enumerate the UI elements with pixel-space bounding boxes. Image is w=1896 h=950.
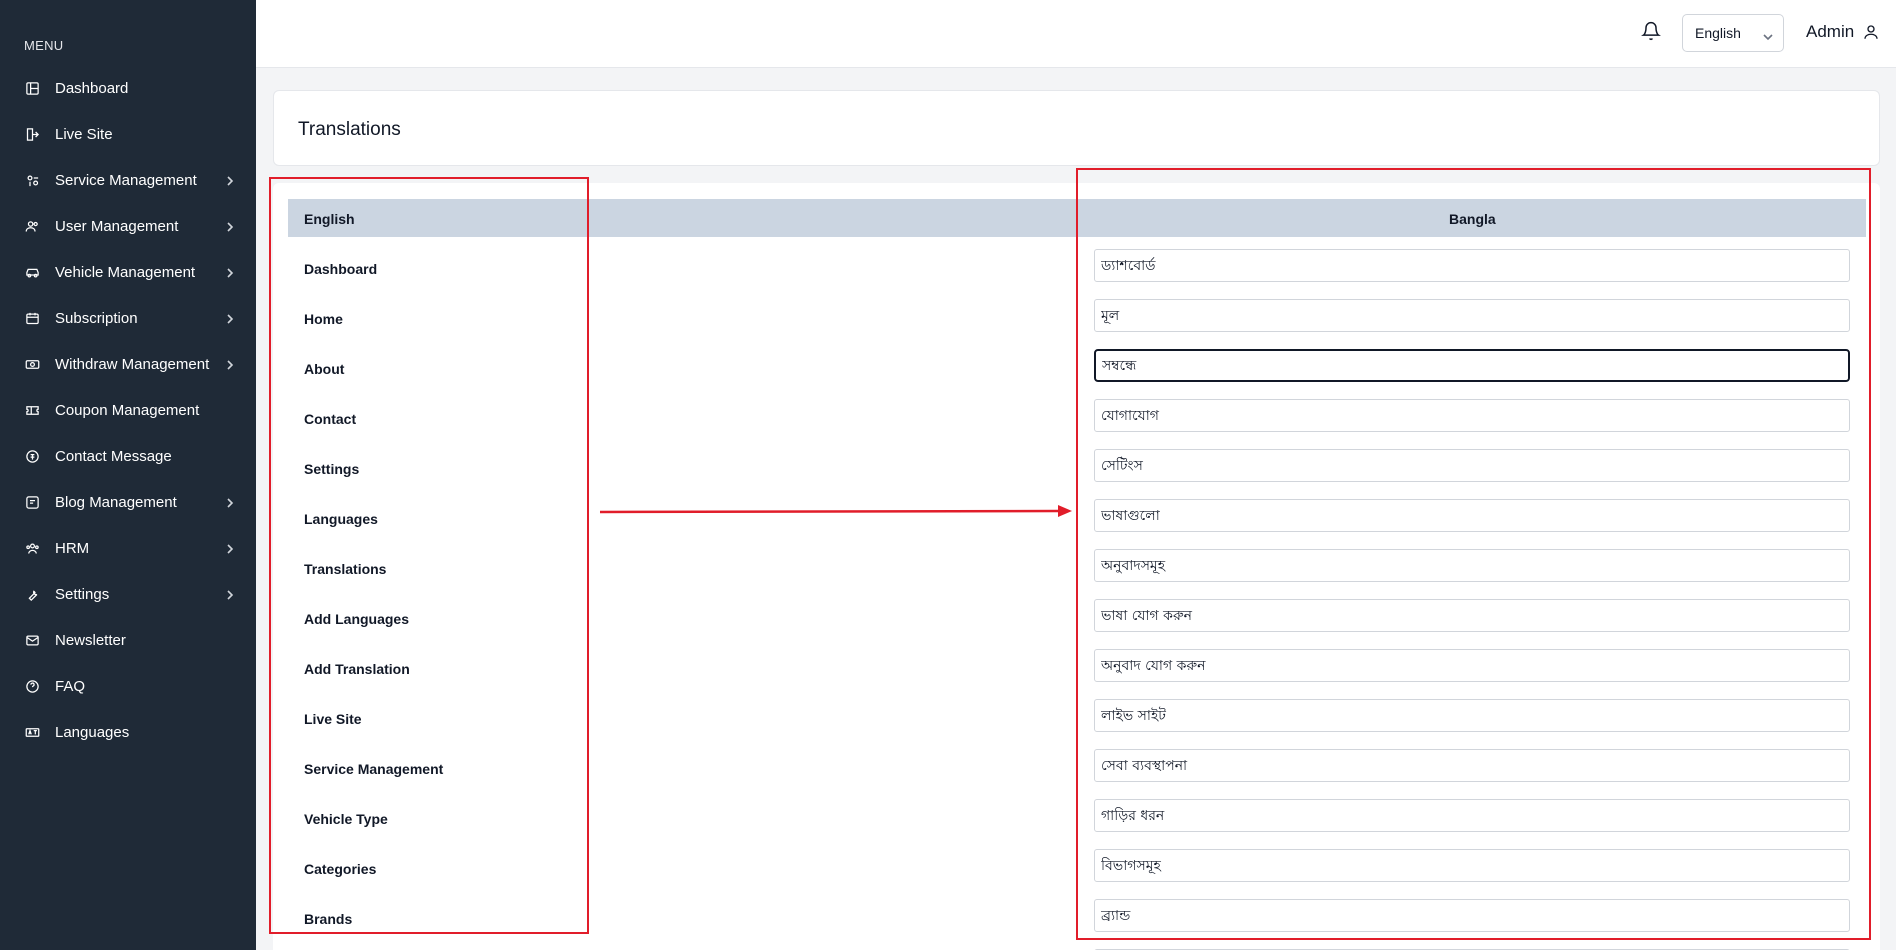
- annotation-box-source: [269, 177, 589, 934]
- sidebar-item-languages[interactable]: Languages: [0, 709, 256, 755]
- question-icon: [24, 678, 40, 694]
- sidebar-item-subscription[interactable]: Subscription: [0, 295, 256, 341]
- hrm-icon: [24, 540, 40, 556]
- sidebar: MENU Dashboard Live Site Service Managemen…: [0, 0, 256, 950]
- chevron-down-icon: [1763, 29, 1773, 41]
- chevron-right-icon: [224, 312, 236, 324]
- dashboard-icon: [24, 80, 40, 96]
- chevron-right-icon: [224, 174, 236, 186]
- sidebar-item-settings[interactable]: Settings: [0, 571, 256, 617]
- sidebar-item-label: User Management: [55, 217, 179, 235]
- user-icon: [1864, 25, 1878, 39]
- sidebar-item-label: HRM: [55, 539, 90, 557]
- chevron-right-icon: [224, 266, 236, 278]
- bell-icon[interactable]: [1641, 21, 1663, 43]
- sidebar-item-contact-message[interactable]: Contact Message: [0, 433, 256, 479]
- sidebar-item-label: Service Management: [55, 171, 197, 189]
- sidebar-item-vehicle-management[interactable]: Vehicle Management: [0, 249, 256, 295]
- table-row: [288, 943, 1866, 950]
- blog-icon: [24, 494, 40, 510]
- chevron-right-icon: [224, 496, 236, 508]
- page-title: Translations: [298, 119, 401, 140]
- user-menu[interactable]: Admin: [1806, 22, 1880, 42]
- language-select-value: English: [1695, 25, 1741, 41]
- sidebar-item-label: Withdraw Management: [55, 355, 210, 373]
- service-icon: [24, 172, 40, 188]
- annotation-arrow: [599, 505, 1072, 517]
- live-site-icon: [24, 126, 40, 142]
- language-select[interactable]: English: [1682, 14, 1784, 52]
- topbar: English Admin: [256, 0, 1896, 68]
- sidebar-item-user-management[interactable]: User Management: [0, 203, 256, 249]
- sidebar-item-coupon-management[interactable]: Coupon Management: [0, 387, 256, 433]
- sidebar-item-label: Coupon Management: [55, 401, 200, 419]
- chevron-right-icon: [224, 542, 236, 554]
- subscription-icon: [24, 310, 40, 326]
- contact-icon: [24, 448, 40, 464]
- sidebar-item-label: Blog Management: [55, 493, 177, 511]
- withdraw-icon: [24, 356, 40, 372]
- sidebar-item-label: Subscription: [55, 309, 138, 327]
- language-icon: [24, 724, 40, 740]
- sidebar-item-withdraw-management[interactable]: Withdraw Management: [0, 341, 256, 387]
- chevron-right-icon: [224, 358, 236, 370]
- sidebar-item-label: Languages: [55, 723, 130, 741]
- sidebar-item-label: Dashboard: [55, 79, 129, 97]
- annotation-box-target: [1076, 168, 1871, 940]
- page-header-card: Translations: [273, 90, 1880, 166]
- sidebar-item-label: Live Site: [55, 125, 113, 143]
- sidebar-item-hrm[interactable]: HRM: [0, 525, 256, 571]
- sidebar-item-label: Newsletter: [55, 631, 126, 649]
- mail-icon: [24, 632, 40, 648]
- sidebar-nav: Dashboard Live Site Service Management User…: [0, 65, 256, 755]
- coupon-icon: [24, 402, 40, 418]
- car-icon: [24, 264, 40, 280]
- sidebar-item-service-management[interactable]: Service Management: [0, 157, 256, 203]
- sidebar-item-live-site[interactable]: Live Site: [0, 111, 256, 157]
- users-icon: [24, 218, 40, 234]
- user-name: Admin: [1806, 22, 1855, 41]
- sidebar-item-blog-management[interactable]: Blog Management: [0, 479, 256, 525]
- sidebar-item-label: Settings: [55, 585, 110, 603]
- sidebar-item-faq[interactable]: FAQ: [0, 663, 256, 709]
- menu-heading: MENU: [24, 38, 64, 53]
- sidebar-item-label: Vehicle Management: [55, 263, 196, 281]
- sidebar-item-label: FAQ: [55, 677, 86, 695]
- sidebar-item-label: Contact Message: [55, 447, 172, 465]
- sidebar-item-newsletter[interactable]: Newsletter: [0, 617, 256, 663]
- chevron-right-icon: [224, 588, 236, 600]
- sidebar-item-dashboard[interactable]: Dashboard: [0, 65, 256, 111]
- chevron-right-icon: [224, 220, 236, 232]
- wrench-icon: [24, 586, 40, 602]
